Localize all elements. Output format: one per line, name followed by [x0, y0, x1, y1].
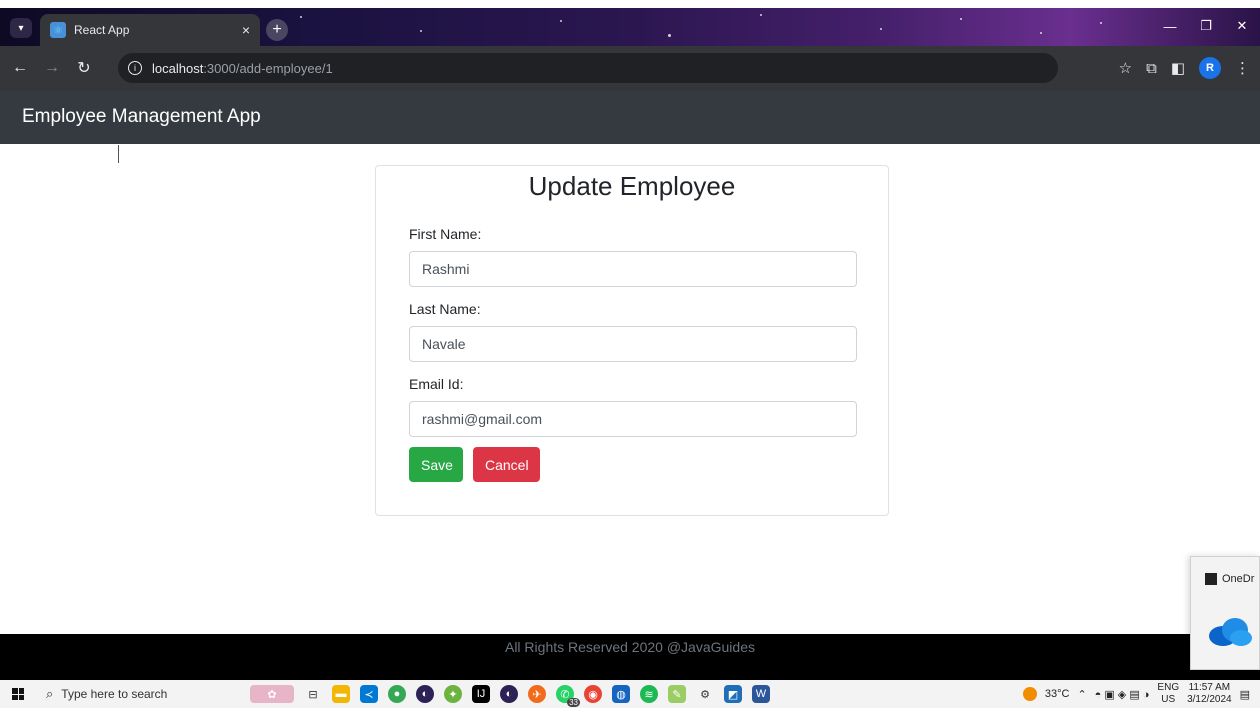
notepad-icon[interactable]: ✎	[668, 685, 686, 703]
clock[interactable]: 11:57 AM 3/12/2024	[1187, 682, 1232, 706]
weather-icon[interactable]	[1022, 687, 1037, 701]
snipping-tool-icon[interactable]: ◩	[724, 685, 742, 703]
arrow-left-icon: ←	[12, 59, 28, 76]
text-cursor	[118, 145, 119, 163]
onedrive-popup[interactable]: OneDr	[1190, 556, 1260, 670]
language-indicator[interactable]: ENG US	[1157, 682, 1179, 706]
reload-icon: ↻	[77, 60, 91, 77]
spring-icon[interactable]: ✦	[444, 685, 462, 703]
browser-toolbar: ← → ↻ i localhost :3000/add-employee/1 ☆…	[0, 46, 1260, 90]
postman-icon[interactable]: ✈	[528, 685, 546, 703]
profile-avatar[interactable]: R	[1199, 57, 1221, 79]
settings-gear-icon[interactable]: ⚙	[696, 685, 714, 703]
email-label: Email Id:	[409, 376, 464, 392]
form-actions: Save Cancel	[409, 447, 857, 482]
intellij-icon[interactable]: IJ	[472, 685, 490, 703]
save-button[interactable]: Save	[409, 447, 463, 482]
back-button[interactable]: ←	[8, 56, 32, 80]
chrome-icon[interactable]: ●	[388, 685, 406, 703]
side-panel-icon[interactable]: ◧	[1171, 59, 1185, 77]
clock-time: 11:57 AM	[1188, 682, 1231, 693]
window-controls: — ❐ ✕	[1152, 8, 1260, 44]
teams-icon[interactable]: ◍	[612, 685, 630, 703]
taskbar-search[interactable]: ⌕ Type here to search	[36, 682, 204, 706]
footer-text: All Rights Reserved 2020 @JavaGuides	[504, 639, 755, 655]
info-icon[interactable]: i	[128, 61, 142, 75]
new-tab-button[interactable]: +	[266, 19, 288, 41]
file-explorer-icon[interactable]: ▬	[332, 685, 350, 703]
lang-bottom: US	[1161, 694, 1176, 705]
windows-taskbar: ⌕ Type here to search ✿ ⊟ ▬ ≺ ● ◐ ✦ IJ ◐…	[0, 680, 1260, 708]
last-name-input[interactable]	[409, 326, 857, 362]
tray-chevron-icon[interactable]: ⌃	[1077, 688, 1086, 701]
onedrive-title: OneDr	[1222, 573, 1255, 585]
email-group: Email Id:	[409, 376, 857, 437]
tab-title: React App	[74, 23, 130, 37]
url-host: localhost	[152, 60, 204, 76]
onedrive-label: OneDr	[1205, 573, 1254, 585]
word-icon[interactable]: W	[752, 685, 770, 703]
clock-date: 3/12/2024	[1187, 694, 1232, 705]
forward-button[interactable]: →	[40, 56, 64, 80]
spotify-icon[interactable]: ≋	[640, 685, 658, 703]
tab-close-button[interactable]: ×	[242, 22, 250, 38]
reload-button[interactable]: ↻	[72, 56, 96, 80]
first-name-label: First Name:	[409, 226, 482, 242]
app-brand[interactable]: Employee Management App	[22, 106, 261, 128]
chrome-2-icon[interactable]: ◉	[584, 685, 602, 703]
onedrive-app-icon	[1205, 573, 1217, 585]
system-tray: 33°C ⌃ ◓ ▣ ◈ ▤ ◑ ENG US 11:57 AM 3/12/20…	[1022, 680, 1260, 708]
first-name-group: First Name:	[409, 226, 857, 287]
minimize-button[interactable]: —	[1152, 8, 1188, 44]
weather-temp[interactable]: 33°C	[1045, 688, 1070, 700]
restore-button[interactable]: ❐	[1188, 8, 1224, 44]
chevron-down-icon: ▾	[18, 22, 24, 34]
widgets-icon[interactable]: ✿	[250, 685, 294, 703]
arrow-right-icon: →	[44, 59, 60, 76]
lang-top: ENG	[1157, 682, 1180, 693]
last-name-label: Last Name:	[409, 301, 481, 317]
more-menu-icon[interactable]: ⋮	[1235, 59, 1250, 77]
taskbar-apps: ✿ ⊟ ▬ ≺ ● ◐ ✦ IJ ◐ ✈ ✆ 33 ◉ ◍ ≋ ✎ ⚙ ◩ W	[250, 685, 770, 707]
app-navbar: Employee Management App	[0, 90, 1260, 144]
browser-tab[interactable]: ⚛ React App ×	[40, 14, 260, 46]
extensions-icon[interactable]: ⧉	[1146, 60, 1157, 77]
tray-icons[interactable]: ◓ ▣ ◈ ▤ ◑	[1095, 688, 1150, 701]
search-placeholder: Type here to search	[61, 687, 168, 701]
notification-icon[interactable]: ▤	[1240, 688, 1250, 701]
url-path: :3000/add-employee/1	[203, 60, 333, 76]
whatsapp-badge: 33	[567, 698, 580, 707]
task-view-icon[interactable]: ⊟	[304, 685, 322, 703]
email-input[interactable]	[409, 401, 857, 437]
tab-search-button[interactable]: ▾	[10, 18, 32, 38]
search-icon: ⌕	[46, 686, 54, 701]
app-footer: All Rights Reserved 2020 @JavaGuides	[0, 634, 1260, 680]
update-employee-card: Update Employee First Name: Last Name: E…	[375, 165, 889, 516]
bookmark-star-icon[interactable]: ☆	[1119, 59, 1132, 77]
cancel-button[interactable]: Cancel	[473, 447, 540, 482]
page-title: Update Employee	[528, 171, 736, 201]
browser-tabstrip: ▾ ⚛ React App × + — ❐ ✕	[0, 8, 1260, 46]
vscode-icon[interactable]: ≺	[360, 685, 378, 703]
whatsapp-icon[interactable]: ✆ 33	[556, 685, 580, 707]
eclipse-icon[interactable]: ◐	[416, 685, 434, 703]
eclipse-2-icon[interactable]: ◐	[500, 685, 518, 703]
employee-form: First Name: Last Name: Email Id: Save Ca…	[409, 226, 857, 482]
last-name-group: Last Name:	[409, 301, 857, 362]
address-bar[interactable]: i localhost :3000/add-employee/1	[118, 53, 1058, 83]
close-window-button[interactable]: ✕	[1224, 8, 1260, 44]
windows-logo-icon	[12, 688, 24, 700]
react-favicon-icon: ⚛	[50, 22, 66, 38]
toolbar-actions: ☆ ⧉ ◧ R ⋮	[1119, 46, 1250, 90]
onedrive-cloud-icon	[1209, 618, 1252, 646]
start-button[interactable]	[0, 688, 36, 700]
first-name-input[interactable]	[409, 251, 857, 287]
